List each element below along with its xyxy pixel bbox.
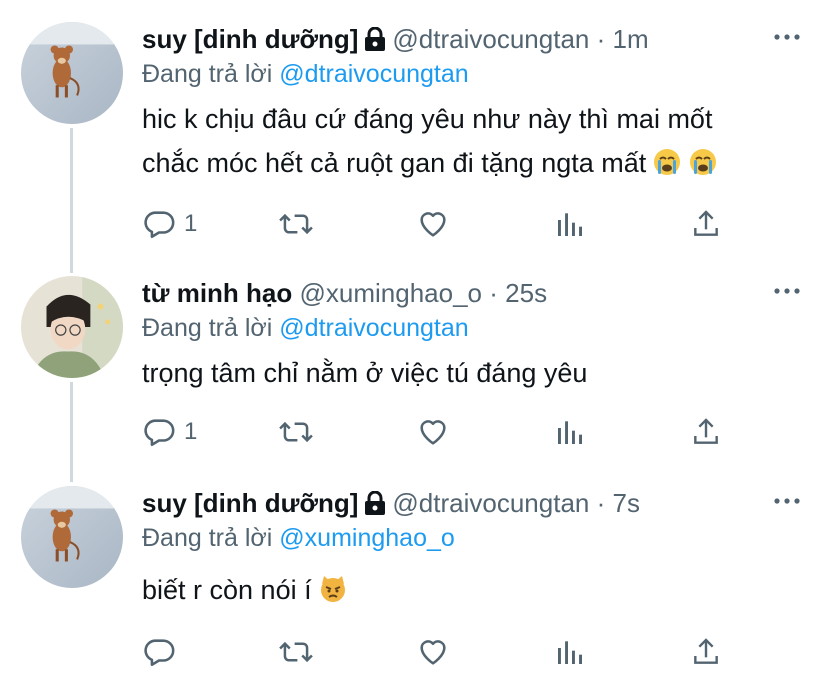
retweet-icon bbox=[279, 421, 313, 443]
user-handle[interactable]: @dtraivocungtan bbox=[392, 24, 589, 54]
heart-icon bbox=[420, 212, 446, 237]
avatar-jerry-image bbox=[21, 486, 123, 588]
tweet-text: biết r còn nói í bbox=[142, 568, 348, 617]
analytics-icon bbox=[558, 641, 582, 664]
retweet-button[interactable] bbox=[278, 204, 314, 244]
separator-dot: · bbox=[489, 278, 498, 308]
more-options-icon[interactable] bbox=[774, 492, 800, 510]
retweet-icon bbox=[279, 213, 313, 235]
reply-icon bbox=[144, 639, 175, 667]
reply-button[interactable]: 1 bbox=[142, 204, 197, 244]
reply-count: 1 bbox=[184, 210, 198, 237]
crying-face-emoji bbox=[688, 146, 718, 190]
tweet-text-line: chắc móc hết cả ruột gan đi tặng ngta mấ… bbox=[142, 148, 647, 178]
avatar[interactable] bbox=[21, 486, 123, 588]
share-button[interactable] bbox=[690, 204, 722, 244]
share-icon bbox=[694, 638, 718, 664]
analytics-button[interactable] bbox=[554, 632, 586, 672]
tweet-text-line: trọng tâm chỉ nằm ở việc tú đáng yêu bbox=[142, 358, 588, 388]
crying-face-emoji bbox=[652, 146, 682, 190]
reply-icon bbox=[144, 419, 175, 447]
tweet-actions: 1 bbox=[142, 412, 742, 452]
timestamp[interactable]: 25s bbox=[505, 278, 547, 308]
share-button[interactable] bbox=[690, 632, 722, 672]
replying-to-label: Đang trả lời bbox=[142, 60, 273, 88]
reply-icon bbox=[144, 211, 175, 239]
replying-to: Đang trả lời @dtraivocungtan bbox=[142, 312, 469, 344]
avatar[interactable] bbox=[21, 22, 123, 124]
tweet-text: trọng tâm chỉ nằm ở việc tú đáng yêu bbox=[142, 351, 587, 395]
share-button[interactable] bbox=[690, 412, 722, 452]
replying-to: Đang trả lời @xuminghao_o bbox=[142, 522, 455, 554]
display-name[interactable]: suy [dinh dưỡng] bbox=[142, 24, 358, 54]
tweet[interactable]: từ minh hạo @xuminghao_o · 25s Đang trả … bbox=[0, 276, 828, 466]
tweet-header: suy [dinh dưỡng] @dtraivocungtan · 7s bbox=[142, 486, 640, 520]
avatar-photo bbox=[21, 276, 123, 378]
share-icon bbox=[694, 210, 718, 236]
retweet-button[interactable] bbox=[278, 632, 314, 672]
tweet-text-line: biết r còn nói í bbox=[142, 575, 312, 605]
tweet-header: từ minh hạo @xuminghao_o · 25s bbox=[142, 276, 547, 310]
timestamp[interactable]: 1m bbox=[613, 24, 649, 54]
reply-button[interactable] bbox=[142, 632, 184, 672]
reply-button[interactable]: 1 bbox=[142, 412, 197, 452]
analytics-icon bbox=[558, 421, 582, 444]
tweet-text-line: hic k chịu đâu cứ đáng yêu như này thì m… bbox=[142, 104, 713, 134]
like-button[interactable] bbox=[416, 204, 450, 244]
replying-to-label: Đang trả lời bbox=[142, 314, 273, 342]
avatar[interactable] bbox=[21, 276, 123, 378]
replying-to-label: Đang trả lời bbox=[142, 524, 273, 552]
tweet[interactable]: suy [dinh dưỡng] @dtraivocungtan · 1m Đan… bbox=[0, 22, 828, 262]
tweet[interactable]: suy [dinh dưỡng] @dtraivocungtan · 7s Đan… bbox=[0, 486, 828, 676]
tweet-text: hic k chịu đâu cứ đáng yêu như này thì m… bbox=[142, 97, 718, 190]
lock-icon bbox=[364, 25, 386, 59]
separator-dot: · bbox=[596, 24, 606, 54]
mention-link[interactable]: @dtraivocungtan bbox=[279, 314, 468, 342]
tweet-header: suy [dinh dưỡng] @dtraivocungtan · 1m bbox=[142, 22, 649, 56]
more-options-icon[interactable] bbox=[774, 282, 800, 300]
like-button[interactable] bbox=[416, 632, 450, 672]
timestamp[interactable]: 7s bbox=[613, 488, 640, 518]
tweet-actions: 1 bbox=[142, 204, 742, 244]
pouting-cat-face-emoji bbox=[318, 573, 348, 617]
display-name[interactable]: suy [dinh dưỡng] bbox=[142, 488, 358, 518]
share-icon bbox=[694, 418, 718, 444]
analytics-icon bbox=[558, 213, 582, 236]
tweet-actions bbox=[142, 632, 742, 672]
replying-to: Đang trả lời @dtraivocungtan bbox=[142, 58, 469, 90]
retweet-button[interactable] bbox=[278, 412, 314, 452]
mention-link[interactable]: @xuminghao_o bbox=[279, 524, 455, 552]
avatar-jerry-image bbox=[21, 22, 123, 124]
analytics-button[interactable] bbox=[554, 412, 586, 452]
lock-icon bbox=[364, 489, 386, 523]
heart-icon bbox=[420, 640, 446, 665]
reply-count: 1 bbox=[184, 418, 198, 445]
analytics-button[interactable] bbox=[554, 204, 586, 244]
mention-link[interactable]: @dtraivocungtan bbox=[279, 60, 468, 88]
retweet-icon bbox=[279, 641, 313, 663]
user-handle[interactable]: @dtraivocungtan bbox=[392, 488, 589, 518]
like-button[interactable] bbox=[416, 412, 450, 452]
separator-dot: · bbox=[596, 488, 606, 518]
display-name[interactable]: từ minh hạo bbox=[142, 278, 292, 308]
user-handle[interactable]: @xuminghao_o bbox=[300, 278, 483, 308]
heart-icon bbox=[420, 420, 446, 445]
more-options-icon[interactable] bbox=[774, 28, 800, 46]
